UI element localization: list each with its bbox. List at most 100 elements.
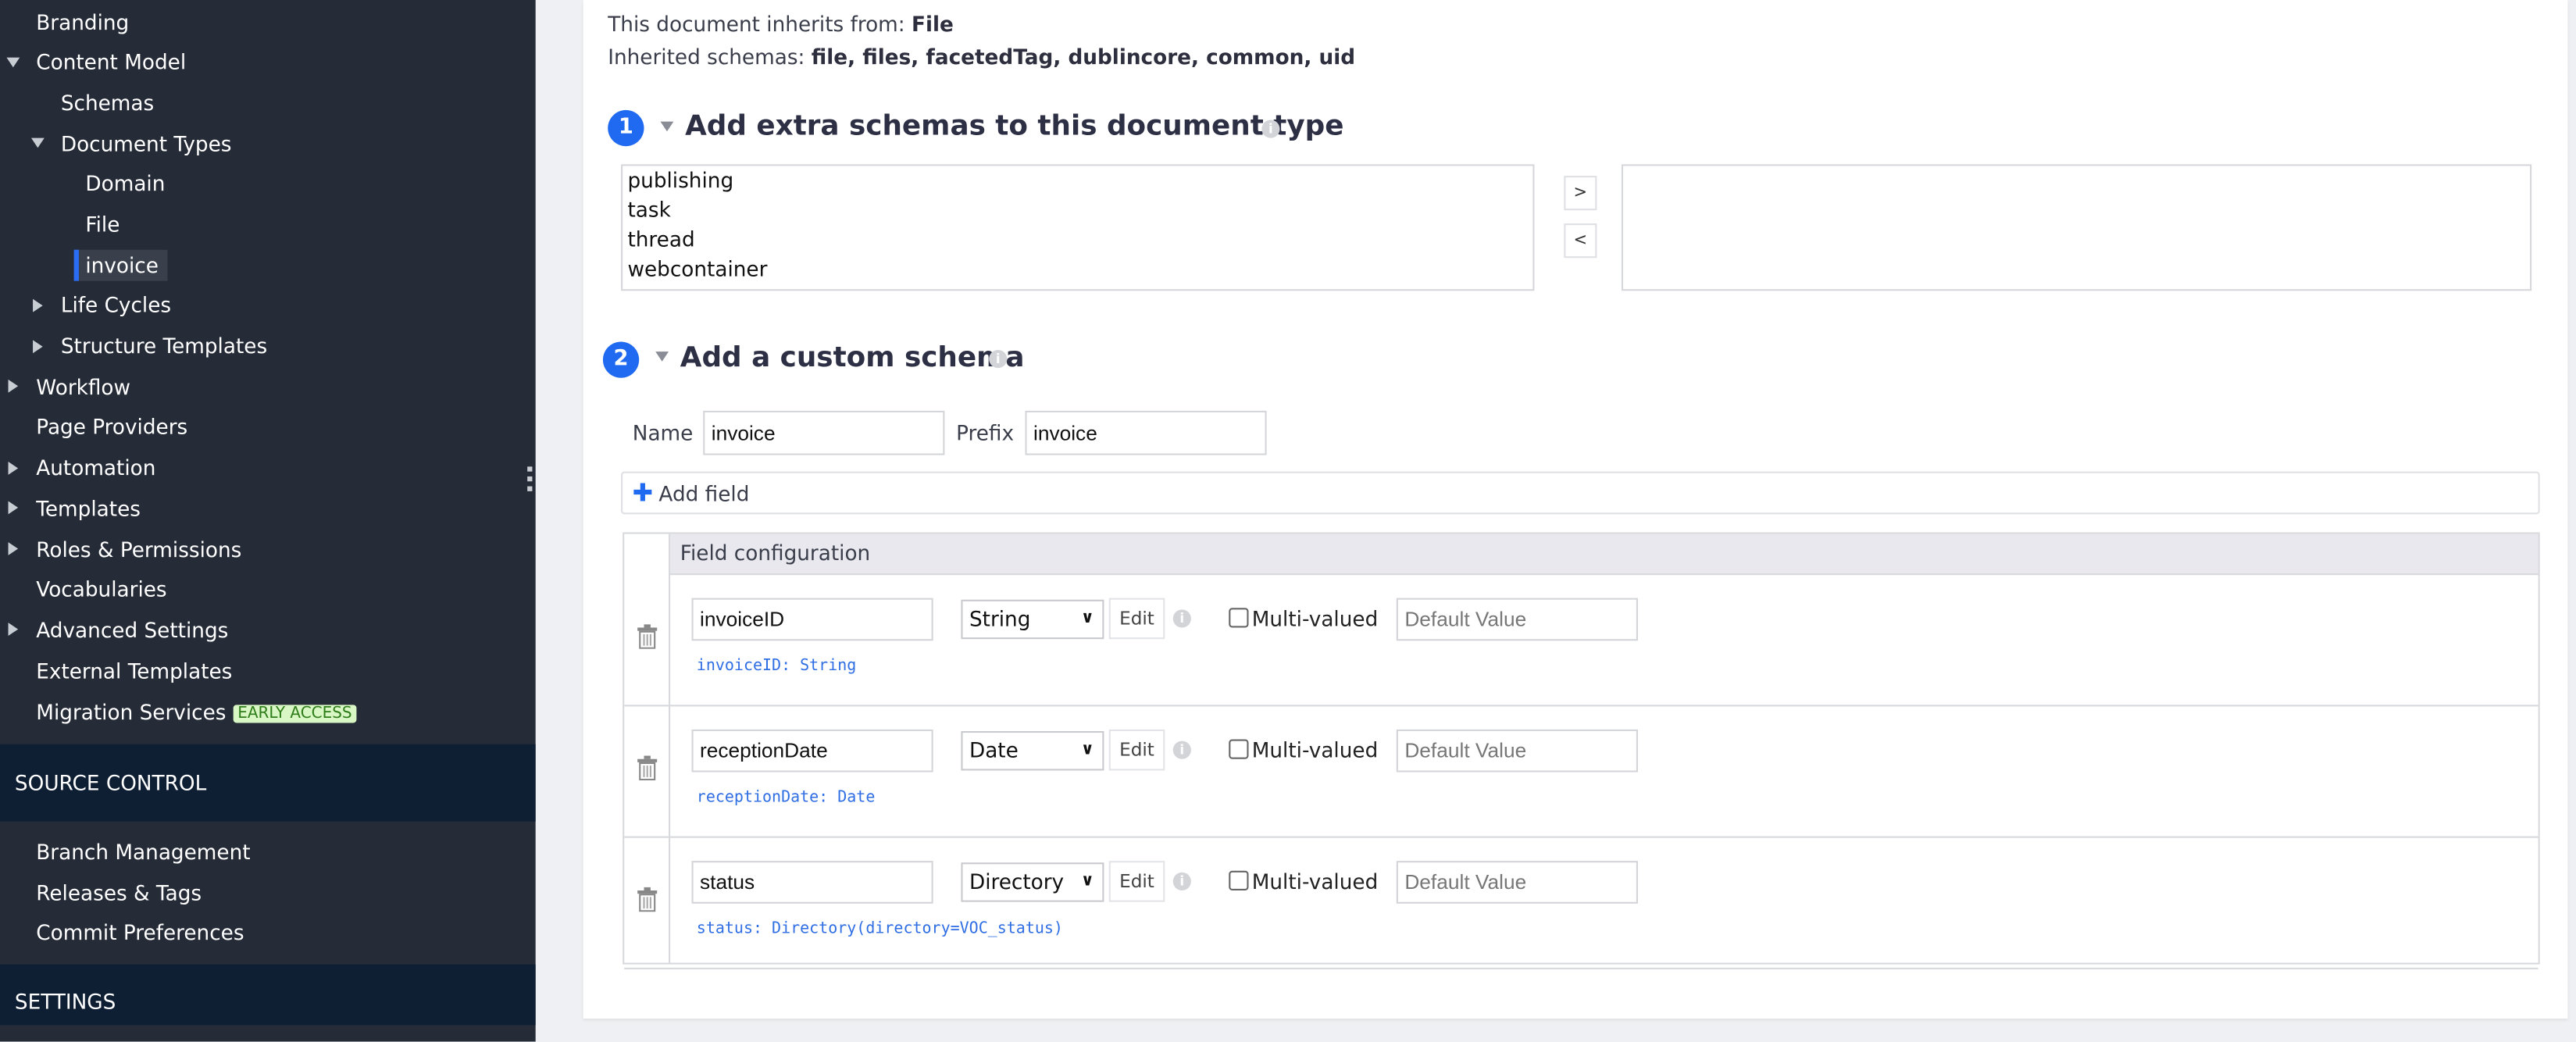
- selected-value: Directory: [969, 869, 1065, 894]
- schema-prefix-input[interactable]: [1025, 410, 1267, 455]
- add-schema-button[interactable]: >: [1564, 176, 1597, 211]
- table-row: String ∨ Edit i Multi-valued Default Valu…: [624, 573, 2539, 707]
- sidebar-item-schemas[interactable]: Schemas: [61, 89, 154, 119]
- sidebar-item-vocabularies[interactable]: Vocabularies: [36, 575, 166, 605]
- add-field-button[interactable]: ✚ Add field: [621, 471, 2540, 515]
- trash-icon[interactable]: [637, 887, 658, 912]
- sidebar-item-commit-preferences[interactable]: Commit Preferences: [36, 919, 244, 948]
- remove-schema-button[interactable]: <: [1564, 223, 1597, 259]
- caret-right-icon[interactable]: [8, 542, 19, 555]
- field-type-select[interactable]: Directory ∨: [961, 862, 1104, 902]
- edit-button[interactable]: Edit: [1108, 861, 1165, 902]
- section-header-source-control: SOURCE CONTROL: [0, 744, 536, 822]
- section-title-extra-schemas: Add extra schemas to this document type: [685, 109, 1344, 143]
- sidebar-item-automation[interactable]: Automation: [36, 454, 155, 484]
- sidebar-item-file[interactable]: File: [85, 210, 120, 240]
- field-summary: invoiceID: String: [696, 657, 857, 676]
- early-access-badge: EARLY ACCESS: [232, 705, 357, 723]
- default-value-input[interactable]: Default Value: [1396, 729, 1638, 773]
- sidebar-item-invoice[interactable]: invoice: [73, 249, 169, 281]
- caret-right-icon[interactable]: [33, 340, 43, 354]
- default-value-input[interactable]: Default Value: [1396, 598, 1638, 641]
- field-summary: receptionDate: Date: [696, 788, 876, 807]
- add-field-label: Add field: [658, 481, 750, 506]
- sidebar-item-content-model[interactable]: Content Model: [36, 48, 186, 77]
- caret-right-icon[interactable]: [8, 623, 19, 636]
- info-icon[interactable]: i: [1172, 740, 1191, 759]
- collapse-caret-icon[interactable]: [660, 121, 674, 132]
- section-title: SOURCE CONTROL: [14, 770, 207, 795]
- schema-option[interactable]: thread: [623, 225, 1532, 255]
- schema-option[interactable]: task: [623, 195, 1532, 225]
- multi-valued-label: Multi-valued: [1251, 606, 1379, 631]
- default-value-placeholder: Default Value: [1404, 608, 1527, 631]
- sidebar-item-life-cycles[interactable]: Life Cycles: [61, 291, 171, 320]
- caret-right-icon[interactable]: [8, 379, 19, 393]
- section-title: SETTINGS: [14, 989, 116, 1014]
- sidebar-item-branch-management[interactable]: Branch Management: [36, 838, 250, 868]
- default-value-placeholder: Default Value: [1404, 870, 1527, 894]
- selected-value: String: [969, 606, 1031, 631]
- multi-valued-label: Multi-valued: [1251, 737, 1379, 762]
- multi-valued-checkbox[interactable]: [1229, 739, 1249, 759]
- field-type-select[interactable]: String ∨: [961, 599, 1104, 640]
- multi-valued-checkbox[interactable]: [1229, 870, 1249, 890]
- edit-button[interactable]: Edit: [1108, 729, 1165, 771]
- chevron-down-icon: ∨: [1080, 872, 1094, 890]
- inherited-schemas-text: Inherited schemas: file, files, facetedT…: [608, 44, 1356, 70]
- sidebar-item-migration-services[interactable]: Migration Services EARLY ACCESS: [36, 698, 357, 730]
- info-icon[interactable]: i: [989, 350, 1008, 369]
- table-row: Date∨ Edit i Multi-valued Default Value …: [624, 705, 2539, 838]
- sidebar-item-advanced-settings[interactable]: Advanced Settings: [36, 616, 228, 646]
- sidebar-item-structure-templates[interactable]: Structure Templates: [61, 332, 267, 362]
- step-number-badge: 1: [608, 109, 644, 147]
- schema-option[interactable]: webcontainer: [623, 255, 1532, 284]
- info-icon[interactable]: i: [1261, 120, 1280, 138]
- table-header: Field configuration: [670, 533, 2539, 576]
- sidebar-resize-handle[interactable]: [527, 466, 533, 496]
- sidebar-item-domain[interactable]: Domain: [85, 170, 165, 199]
- caret-down-icon[interactable]: [6, 57, 20, 68]
- field-summary: status: Directory(directory=VOC_status): [696, 919, 1063, 938]
- sidebar-item-branding[interactable]: Branding: [36, 9, 129, 38]
- sidebar-item-workflow[interactable]: Workflow: [36, 373, 130, 402]
- sidebar-item-page-providers[interactable]: Page Providers: [36, 412, 187, 442]
- field-name-input[interactable]: [691, 598, 933, 641]
- step-number-badge: 2: [602, 341, 640, 378]
- sidebar-item-templates[interactable]: Templates: [36, 494, 141, 524]
- sidebar-item-document-types[interactable]: Document Types: [61, 130, 232, 159]
- schema-option[interactable]: publishing: [623, 166, 1532, 195]
- field-name-input[interactable]: [691, 729, 933, 773]
- caret-right-icon[interactable]: [33, 298, 43, 312]
- field-configuration-table: Field configuration String ∨ Edit i Multi…: [623, 532, 2540, 969]
- trash-icon[interactable]: [637, 624, 658, 649]
- chevron-down-icon: ∨: [1080, 609, 1094, 628]
- selected-schemas-list[interactable]: [1621, 164, 2532, 291]
- collapse-caret-icon[interactable]: [655, 351, 669, 362]
- field-type-select[interactable]: Date ∨: [961, 730, 1104, 771]
- selected-value: Date: [969, 737, 1019, 762]
- caret-right-icon[interactable]: [8, 462, 19, 475]
- sidebar-item-label: Migration Services: [36, 700, 227, 725]
- multi-valued-label: Multi-valued: [1251, 869, 1379, 894]
- field-name-input[interactable]: [691, 861, 933, 904]
- prefix-label: Prefix: [956, 420, 1015, 445]
- schema-name-input[interactable]: [703, 410, 945, 455]
- edit-button[interactable]: Edit: [1108, 598, 1165, 640]
- sidebar: Branding Content Model Schemas Document …: [0, 0, 536, 1042]
- section-title-custom-schema: Add a custom schema: [680, 341, 1025, 375]
- caret-right-icon[interactable]: [8, 501, 19, 515]
- inherits-text: This document inherits from: File: [608, 11, 954, 37]
- sidebar-item-releases-tags[interactable]: Releases & Tags: [36, 879, 202, 908]
- section-header-settings: SETTINGS: [0, 964, 536, 1026]
- sidebar-item-external-templates[interactable]: External Templates: [36, 657, 232, 687]
- chevron-down-icon: ∨: [1080, 740, 1094, 759]
- multi-valued-checkbox[interactable]: [1229, 608, 1249, 628]
- info-icon[interactable]: i: [1172, 609, 1191, 628]
- caret-down-icon[interactable]: [30, 137, 45, 148]
- trash-icon[interactable]: [637, 755, 658, 781]
- info-icon[interactable]: i: [1172, 872, 1191, 890]
- sidebar-item-roles-permissions[interactable]: Roles & Permissions: [36, 536, 241, 566]
- default-value-input[interactable]: Default Value: [1396, 861, 1638, 904]
- available-schemas-list[interactable]: publishing task thread webcontainer: [621, 164, 1535, 291]
